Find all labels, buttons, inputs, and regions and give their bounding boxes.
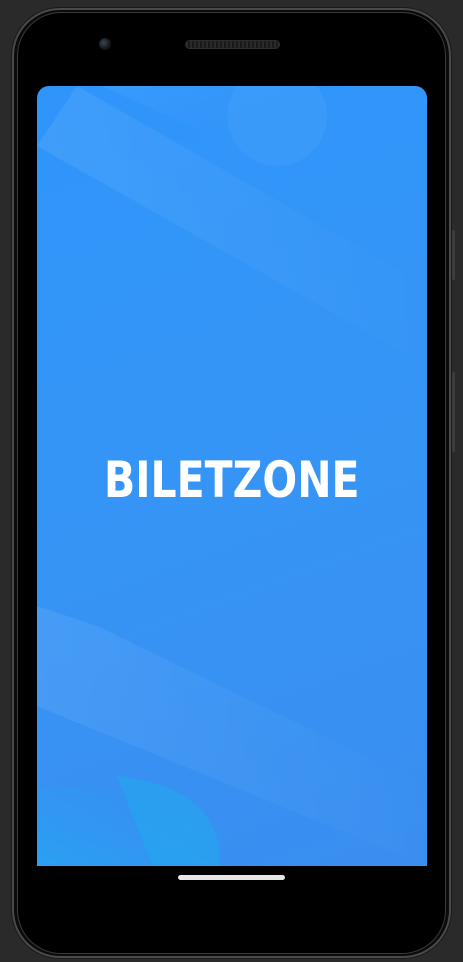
- camera-icon: [99, 38, 111, 50]
- system-navigation-bar: [37, 866, 427, 916]
- power-button: [452, 230, 455, 280]
- speaker-icon: [185, 40, 280, 49]
- app-logo: BILETZONE: [103, 451, 360, 509]
- logo-container: BILETZONE: [0, 452, 463, 508]
- volume-button: [452, 372, 455, 452]
- home-gesture-bar[interactable]: [178, 875, 285, 880]
